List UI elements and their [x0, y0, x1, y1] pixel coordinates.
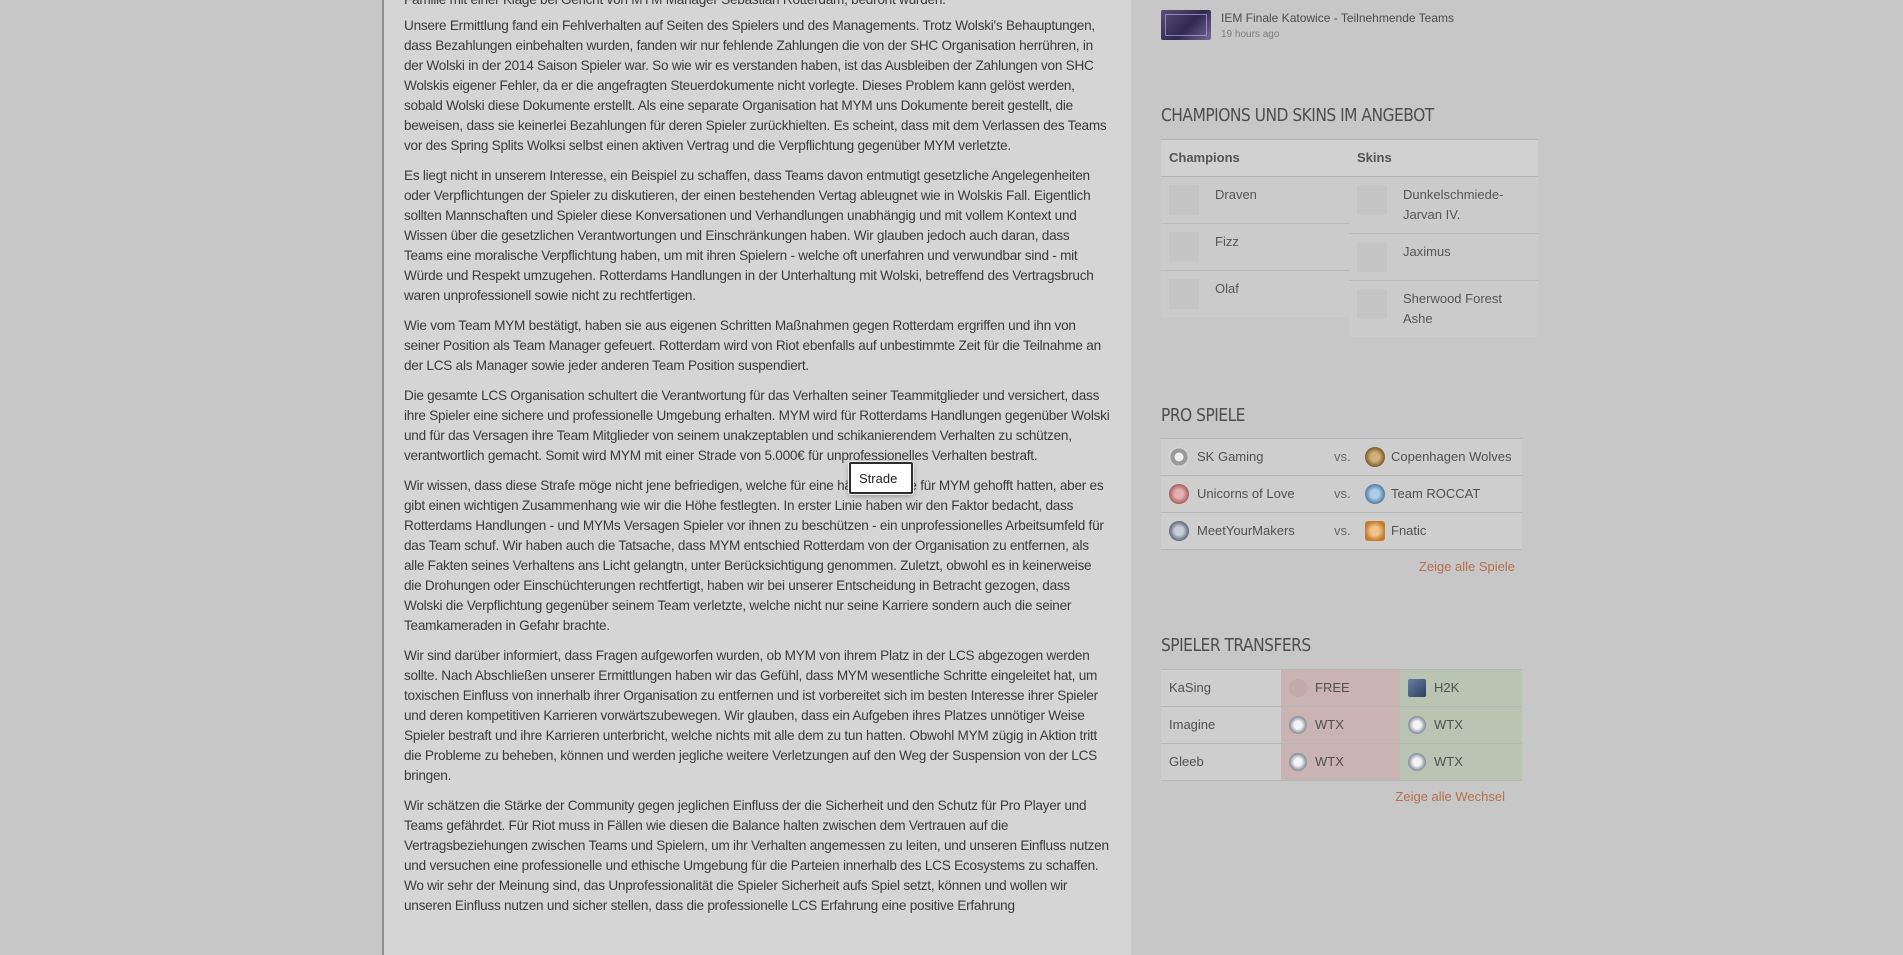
show-all-transfers-link[interactable]: Zeige alle Wechsel — [1395, 789, 1505, 804]
free-agent-icon — [1289, 679, 1307, 697]
from-team: FREE — [1315, 680, 1350, 695]
fnatic-logo-icon — [1365, 521, 1385, 541]
unicorns-of-love-logo-icon — [1169, 484, 1189, 504]
article-paragraph: Familie mit einer Klage bei Gericht von … — [404, 0, 1110, 10]
transfer-player-cell: Imagine — [1161, 707, 1281, 743]
skin-name: Jaximus — [1403, 244, 1451, 259]
vs-label: vs. — [1334, 486, 1351, 501]
skin-portrait-icon — [1357, 289, 1387, 319]
match-row[interactable]: SK Gaming vs. Copenhagen Wolves — [1161, 438, 1522, 476]
transfer-row[interactable]: KaSing FREE H2K — [1161, 669, 1522, 707]
vs-label: vs. — [1334, 523, 1351, 538]
iem-katowice-thumbnail-icon — [1161, 10, 1211, 40]
news-title[interactable]: IEM Finale Katowice - Teilnehmende Teams — [1221, 11, 1454, 25]
pro-games-table: SK Gaming vs. Copenhagen Wolves Unicorns… — [1161, 438, 1522, 550]
skins-header: Skins — [1349, 139, 1538, 177]
article-paragraph: Es liegt nicht in unserem Interesse, ein… — [404, 168, 1094, 303]
news-item[interactable]: IEM Finale Katowice - Teilnehmende Teams… — [1161, 8, 1561, 42]
transfer-to-cell: WTX — [1400, 707, 1522, 743]
transfer-to-cell: WTX — [1400, 744, 1522, 780]
to-team: H2K — [1434, 680, 1460, 695]
article-paragraph: Wir sind darüber informiert, dass Fragen… — [404, 648, 1098, 783]
sidebar: IEM Finale Katowice - Teilnehmende Teams… — [1131, 0, 1903, 955]
transfer-player-cell: KaSing — [1161, 670, 1281, 706]
player-name: Gleeb — [1169, 754, 1204, 769]
wtx-logo-icon — [1408, 753, 1426, 771]
team2-name: Copenhagen Wolves — [1391, 449, 1512, 464]
article-paragraph: Unsere Ermittlung fand ein Fehlverhalten… — [404, 18, 1107, 153]
to-team: WTX — [1434, 754, 1463, 769]
player-name: Imagine — [1169, 717, 1216, 732]
champion-portrait-icon — [1169, 232, 1199, 262]
tooltip-text: Strade — [859, 471, 898, 486]
champions-header: Champions — [1161, 139, 1350, 177]
skin-portrait-icon — [1357, 242, 1387, 272]
pro-games-title: Pro Spiele — [1161, 405, 1245, 426]
champion-name: Fizz — [1215, 234, 1239, 249]
skin-item[interactable]: Dunkelschmiede-Jarvan IV. — [1349, 177, 1538, 234]
word-highlight-tooltip: Strade — [849, 462, 913, 494]
skin-item[interactable]: Sherwood Forest Ashe — [1349, 281, 1538, 337]
transfers-title: Spieler Transfers — [1161, 635, 1311, 656]
copenhagen-wolves-logo-icon — [1365, 447, 1385, 467]
article-body: Familie mit einer Klage bei Gericht von … — [384, 0, 1131, 955]
skin-name: Sherwood Forest Ashe — [1403, 291, 1502, 326]
wtx-logo-icon — [1289, 753, 1307, 771]
transfer-row[interactable]: Gleeb WTX WTX — [1161, 744, 1522, 781]
match-row[interactable]: Unicorns of Love vs. Team ROCCAT — [1161, 476, 1522, 513]
transfer-from-cell: WTX — [1281, 744, 1400, 780]
meetyourmakers-logo-icon — [1169, 521, 1189, 541]
player-name: KaSing — [1169, 680, 1211, 695]
champions-section-title: Champions und Skins im Angebot — [1161, 105, 1434, 126]
transfer-from-cell: WTX — [1281, 707, 1400, 743]
page-left-margin — [0, 0, 383, 955]
h2k-logo-icon — [1408, 679, 1426, 697]
skin-name: Dunkelschmiede-Jarvan IV. — [1403, 187, 1504, 222]
champion-portrait-icon — [1169, 185, 1199, 215]
from-team: WTX — [1315, 717, 1344, 732]
transfer-to-cell: H2K — [1400, 670, 1522, 706]
team1-name: SK Gaming — [1197, 449, 1264, 464]
transfers-table: KaSing FREE H2K Imagine WTX WTX Gleeb WT… — [1161, 669, 1522, 781]
article-paragraph: Die gesamte LCS Organisation schultert d… — [404, 388, 1110, 463]
article-paragraph: Wie vom Team MYM bestätigt, haben sie au… — [404, 318, 1101, 373]
to-team: WTX — [1434, 717, 1463, 732]
from-team: WTX — [1315, 754, 1344, 769]
team1-name: Unicorns of Love — [1197, 486, 1295, 501]
article-paragraph: Wir wissen, dass diese Strafe möge nicht… — [404, 478, 1104, 633]
show-all-games-link[interactable]: Zeige alle Spiele — [1419, 559, 1515, 574]
transfer-from-cell: FREE — [1281, 670, 1400, 706]
transfer-player-cell: Gleeb — [1161, 744, 1281, 780]
champions-column: Champions Draven Fizz Olaf — [1161, 139, 1350, 317]
champion-name: Olaf — [1215, 281, 1239, 296]
article-paragraph: Wir schätzen die Stärke der Community ge… — [404, 798, 1109, 913]
skins-column: Skins Dunkelschmiede-Jarvan IV. Jaximus … — [1349, 139, 1538, 337]
wtx-logo-icon — [1408, 716, 1426, 734]
match-row[interactable]: MeetYourMakers vs. Fnatic — [1161, 513, 1522, 550]
skin-item[interactable]: Jaximus — [1349, 234, 1538, 281]
transfer-row[interactable]: Imagine WTX WTX — [1161, 707, 1522, 744]
skin-portrait-icon — [1357, 185, 1387, 215]
champion-item[interactable]: Olaf — [1161, 271, 1350, 317]
champion-name: Draven — [1215, 187, 1257, 202]
vs-label: vs. — [1334, 449, 1351, 464]
news-timestamp: 19 hours ago — [1221, 29, 1280, 40]
team1-name: MeetYourMakers — [1197, 523, 1295, 538]
team2-name: Team ROCCAT — [1391, 486, 1481, 501]
wtx-logo-icon — [1289, 716, 1307, 734]
champion-item[interactable]: Draven — [1161, 177, 1350, 224]
sk-gaming-logo-icon — [1169, 447, 1189, 467]
champion-item[interactable]: Fizz — [1161, 224, 1350, 271]
team-roccat-logo-icon — [1365, 484, 1385, 504]
champion-portrait-icon — [1169, 279, 1199, 309]
team2-name: Fnatic — [1391, 523, 1427, 538]
